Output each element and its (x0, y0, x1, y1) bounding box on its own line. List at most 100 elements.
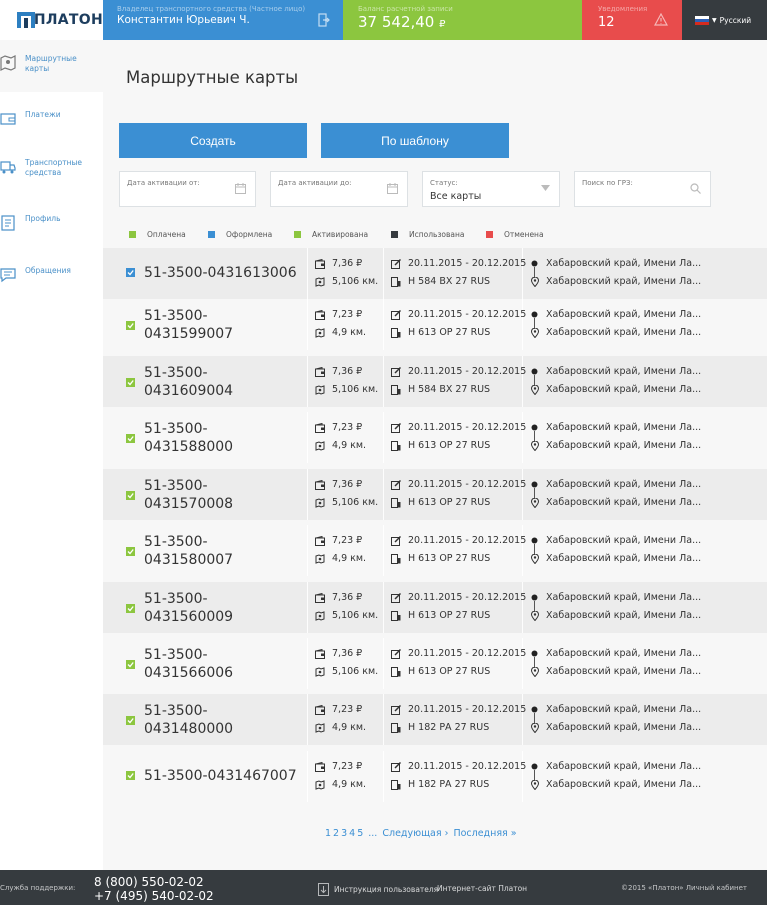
column-divider (522, 582, 523, 633)
route-number-line-2: 0431570008 (144, 496, 234, 512)
route-number-line-1: 51-3500- (144, 703, 208, 719)
route-number[interactable]: 51-3500-0431467007 (144, 767, 297, 785)
sidebar-item-profile[interactable]: Профиль (0, 214, 103, 231)
distance-icon (315, 440, 325, 451)
column-divider (522, 694, 523, 745)
column-divider (383, 638, 384, 689)
distance-cell: 5,106 км. (315, 610, 378, 621)
page-link[interactable]: 4 (349, 828, 355, 839)
page-link[interactable]: 3 (341, 828, 347, 839)
vehicle-icon (391, 722, 401, 733)
search-icon[interactable] (690, 183, 701, 194)
page-link[interactable]: 2 (333, 828, 339, 839)
logout-icon[interactable] (318, 13, 330, 27)
table-row[interactable]: 51-3500- 0431570008 7,36 ₽ 5,106 км. 20.… (103, 469, 767, 520)
table-row[interactable]: 51-3500- 0431580007 7,23 ₽ 4,9 км. 20.11… (103, 525, 767, 576)
route-to-value: Хабаровский край, Имени Ла... (546, 276, 702, 287)
route-number[interactable]: 51-3500- 0431570008 (144, 477, 233, 513)
sidebar-item-payments[interactable]: Платежи (0, 110, 103, 127)
calendar-icon[interactable] (235, 183, 246, 194)
support-phone-2[interactable]: +7 (495) 540-02-02 (94, 889, 214, 903)
dates-cell: 20.11.2015 - 20.12.2015 (391, 535, 526, 546)
price-cell: 7,23 ₽ (315, 761, 362, 772)
last-page-link[interactable]: Последняя » (453, 828, 516, 839)
status-check-icon (126, 491, 135, 500)
route-from-value: Хабаровский край, Имени Ла... (546, 704, 702, 715)
check-icon (129, 231, 136, 238)
page-link[interactable]: 5 (357, 828, 363, 839)
date-from-field[interactable]: Дата активации от: (119, 171, 256, 207)
route-number[interactable]: 51-3500- 0431480000 (144, 702, 233, 738)
route-number-line-2: 0431566006 (144, 665, 234, 681)
plate-search-field[interactable]: Поиск по ГРЗ: (574, 171, 711, 207)
table-row[interactable]: 51-3500- 0431566006 7,36 ₽ 5,106 км. 20.… (103, 638, 767, 689)
table-row[interactable]: 51-3500-0431467007 7,23 ₽ 4,9 км. 20.11.… (103, 751, 767, 802)
column-divider (307, 694, 308, 745)
support-phone-1[interactable]: 8 (800) 550-02-02 (94, 875, 214, 889)
language-selector[interactable]: ▼ Русский (682, 0, 767, 40)
table-row[interactable]: 51-3500- 0431560009 7,36 ₽ 5,106 км. 20.… (103, 582, 767, 633)
table-row[interactable]: 51-3500- 0431480000 7,23 ₽ 4,9 км. 20.11… (103, 694, 767, 745)
origin-dot-icon (531, 311, 538, 318)
route-to-cell: Хабаровский край, Имени Ла... (531, 610, 701, 621)
status-check-icon (126, 434, 135, 443)
price-icon (315, 258, 325, 269)
column-divider (383, 356, 384, 407)
column-divider (522, 751, 523, 802)
route-to-cell: Хабаровский край, Имени Ла... (531, 666, 701, 677)
date-to-label: Дата активации до: (278, 179, 352, 187)
distance-cell: 4,9 км. (315, 779, 366, 790)
pagination: 12345 ... Следующая › Последняя » (325, 828, 519, 839)
dates-value: 20.11.2015 - 20.12.2015 (408, 258, 527, 269)
user-account-block[interactable]: Владелец транспортного средства (Частное… (103, 0, 343, 40)
calendar-icon[interactable] (387, 183, 398, 194)
create-button[interactable]: Создать (119, 123, 307, 158)
route-number[interactable]: 51-3500- 0431580007 (144, 533, 233, 569)
route-number[interactable]: 51-3500- 0431599007 (144, 307, 233, 343)
user-manual-link[interactable]: Инструкция пользователя (318, 883, 438, 896)
notifications-block[interactable]: Уведомления 12 (582, 0, 682, 40)
route-number-line-1: 51-3500- (144, 591, 208, 607)
route-from-cell: Хабаровский край, Имени Ла... (531, 535, 701, 546)
table-row[interactable]: 51-3500- 0431588000 7,23 ₽ 4,9 км. 20.11… (103, 412, 767, 463)
date-to-field[interactable]: Дата активации до: (270, 171, 408, 207)
sidebar-item-label: Обращения (25, 266, 71, 275)
table-row[interactable]: 51-3500- 0431599007 7,23 ₽ 4,9 км. 20.11… (103, 299, 767, 350)
route-number[interactable]: 51-3500- 0431588000 (144, 420, 233, 456)
table-row[interactable]: 51-3500- 0431609004 7,36 ₽ 5,106 км. 20.… (103, 356, 767, 407)
distance-icon (315, 497, 325, 508)
column-divider (522, 469, 523, 520)
template-button[interactable]: По шаблону (321, 123, 509, 158)
next-page-link[interactable]: Следующая › (382, 828, 448, 839)
price-cell: 7,23 ₽ (315, 422, 362, 433)
route-number[interactable]: 51-3500- 0431566006 (144, 646, 233, 682)
legend-item-activated: Активирована (294, 230, 391, 239)
distance-value: 4,9 км. (332, 327, 367, 338)
website-link[interactable]: Интернет-сайт Платон (437, 884, 527, 893)
balance-block[interactable]: Баланс расчетной записи 37 542,40 ₽ (343, 0, 582, 40)
route-from-value: Хабаровский край, Имени Ла... (546, 479, 702, 490)
dates-value: 20.11.2015 - 20.12.2015 (408, 422, 527, 433)
route-number[interactable]: 51-3500- 0431609004 (144, 364, 233, 400)
dates-cell: 20.11.2015 - 20.12.2015 (391, 648, 526, 659)
route-number[interactable]: 51-3500- 0431560009 (144, 590, 233, 626)
table-row[interactable]: 51-3500-0431613006 7,36 ₽ 5,106 км. 20.1… (103, 248, 767, 299)
origin-dot-icon (531, 706, 538, 713)
status-select[interactable]: Статус: Все карты (422, 171, 560, 207)
sidebar-item-vehicles[interactable]: Транспортные средства (0, 158, 103, 178)
price-icon (315, 761, 325, 772)
price-cell: 7,23 ₽ (315, 309, 362, 320)
page-link[interactable]: 1 (325, 828, 331, 839)
logo[interactable]: ПЛАТОН (0, 0, 103, 40)
column-divider (307, 248, 308, 299)
legend-item-cancelled: Отменена (486, 230, 544, 239)
check-icon (294, 231, 301, 238)
sidebar-item-route-maps[interactable]: Маршрутные карты (0, 40, 103, 92)
vehicle-icon (391, 779, 401, 790)
status-check-icon (126, 716, 135, 725)
sidebar-item-requests[interactable]: Обращения (0, 266, 103, 283)
price-value: 7,23 ₽ (332, 535, 363, 546)
route-number[interactable]: 51-3500-0431613006 (144, 264, 297, 282)
route-number-line-1: 51-3500- (144, 647, 208, 663)
route-from-cell: Хабаровский край, Имени Ла... (531, 366, 701, 377)
